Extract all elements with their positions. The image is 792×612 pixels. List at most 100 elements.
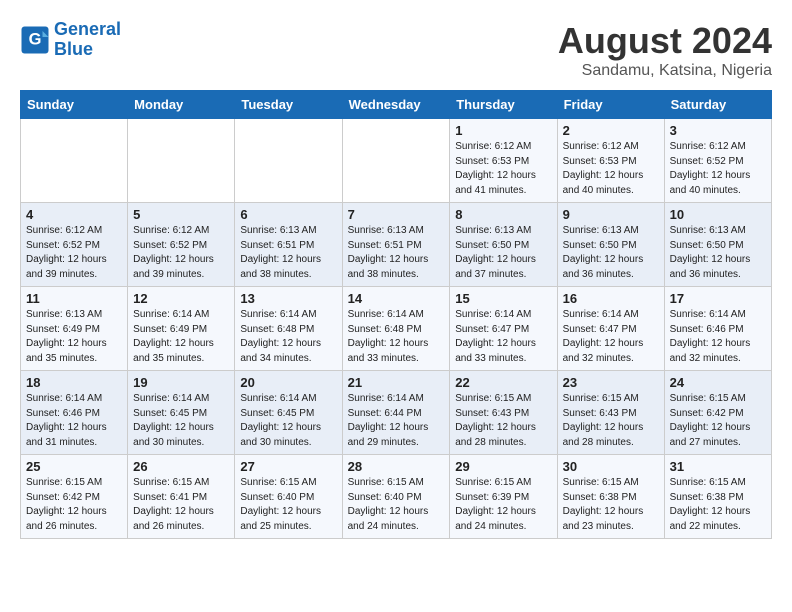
calendar-week-row: 18 Sunrise: 6:14 AM Sunset: 6:46 PM Dayli… [21, 371, 772, 455]
calendar-week-row: 4Sunrise: 6:12 AM Sunset: 6:52 PM Daylig… [21, 203, 772, 287]
calendar-table: SundayMondayTuesdayWednesdayThursdayFrid… [20, 90, 772, 539]
calendar-cell [21, 119, 128, 203]
day-number: 7 [348, 207, 445, 222]
logo-line2: Blue [54, 39, 93, 59]
day-info: Sunrise: 6:15 AM Sunset: 6:40 PM Dayligh… [240, 476, 336, 534]
calendar-cell: 8 Sunrise: 6:13 AM Sunset: 6:50 PM Daylig… [450, 203, 557, 287]
col-header-wednesday: Wednesday [342, 91, 450, 119]
calendar-cell: 25 Sunrise: 6:15 AM Sunset: 6:42 PM Dayli… [21, 455, 128, 539]
calendar-cell: 19Sunrise: 6:14 AM Sunset: 6:45 PM Dayli… [128, 371, 235, 455]
day-info: Sunrise: 6:13 AM Sunset: 6:50 PM Dayligh… [670, 224, 766, 282]
day-info: Sunrise: 6:14 AM Sunset: 6:46 PM Dayligh… [670, 308, 766, 366]
calendar-cell: 6Sunrise: 6:13 AM Sunset: 6:51 PM Daylig… [235, 203, 342, 287]
day-info: Sunrise: 6:14 AM Sunset: 6:48 PM Dayligh… [240, 308, 336, 366]
calendar-cell: 13 Sunrise: 6:14 AM Sunset: 6:48 PM Dayli… [235, 287, 342, 371]
calendar-cell: 20 Sunrise: 6:14 AM Sunset: 6:45 PM Dayli… [235, 371, 342, 455]
header: G General Blue August 2024 Sandamu, Kats… [20, 20, 772, 80]
day-info: Sunrise: 6:13 AM Sunset: 6:51 PM Dayligh… [348, 224, 445, 282]
calendar-cell: 1 Sunrise: 6:12 AM Sunset: 6:53 PM Daylig… [450, 119, 557, 203]
day-info: Sunrise: 6:15 AM Sunset: 6:38 PM Dayligh… [563, 476, 659, 534]
calendar-cell: 4Sunrise: 6:12 AM Sunset: 6:52 PM Daylig… [21, 203, 128, 287]
day-number: 24 [670, 375, 766, 390]
day-info: Sunrise: 6:15 AM Sunset: 6:40 PM Dayligh… [348, 476, 445, 534]
col-header-friday: Friday [557, 91, 664, 119]
day-info: Sunrise: 6:12 AM Sunset: 6:53 PM Dayligh… [563, 140, 659, 198]
calendar-week-row: 11 Sunrise: 6:13 AM Sunset: 6:49 PM Dayli… [21, 287, 772, 371]
day-info: Sunrise: 6:12 AM Sunset: 6:52 PM Dayligh… [26, 224, 122, 282]
day-info: Sunrise: 6:13 AM Sunset: 6:50 PM Dayligh… [563, 224, 659, 282]
day-number: 26 [133, 459, 229, 474]
day-number: 25 [26, 459, 122, 474]
subtitle: Sandamu, Katsina, Nigeria [558, 62, 772, 80]
svg-text:G: G [29, 30, 42, 48]
day-number: 17 [670, 291, 766, 306]
calendar-cell: 26 Sunrise: 6:15 AM Sunset: 6:41 PM Dayli… [128, 455, 235, 539]
day-number: 10 [670, 207, 766, 222]
calendar-cell: 31 Sunrise: 6:15 AM Sunset: 6:38 PM Dayli… [664, 455, 771, 539]
title-area: August 2024 Sandamu, Katsina, Nigeria [558, 20, 772, 80]
day-info: Sunrise: 6:14 AM Sunset: 6:45 PM Dayligh… [240, 392, 336, 450]
day-info: Sunrise: 6:15 AM Sunset: 6:43 PM Dayligh… [455, 392, 551, 450]
calendar-cell [128, 119, 235, 203]
calendar-cell: 24Sunrise: 6:15 AM Sunset: 6:42 PM Dayli… [664, 371, 771, 455]
calendar-cell: 9 Sunrise: 6:13 AM Sunset: 6:50 PM Daylig… [557, 203, 664, 287]
calendar-cell [235, 119, 342, 203]
day-info: Sunrise: 6:14 AM Sunset: 6:47 PM Dayligh… [563, 308, 659, 366]
day-number: 8 [455, 207, 551, 222]
day-number: 13 [240, 291, 336, 306]
day-number: 18 [26, 375, 122, 390]
day-number: 9 [563, 207, 659, 222]
day-info: Sunrise: 6:13 AM Sunset: 6:51 PM Dayligh… [240, 224, 336, 282]
calendar-cell: 3Sunrise: 6:12 AM Sunset: 6:52 PM Daylig… [664, 119, 771, 203]
day-info: Sunrise: 6:14 AM Sunset: 6:49 PM Dayligh… [133, 308, 229, 366]
day-number: 12 [133, 291, 229, 306]
calendar-cell: 12 Sunrise: 6:14 AM Sunset: 6:49 PM Dayli… [128, 287, 235, 371]
col-header-tuesday: Tuesday [235, 91, 342, 119]
day-info: Sunrise: 6:12 AM Sunset: 6:52 PM Dayligh… [133, 224, 229, 282]
calendar-cell: 21 Sunrise: 6:14 AM Sunset: 6:44 PM Dayli… [342, 371, 450, 455]
day-info: Sunrise: 6:13 AM Sunset: 6:49 PM Dayligh… [26, 308, 122, 366]
day-number: 11 [26, 291, 122, 306]
calendar-cell: 17 Sunrise: 6:14 AM Sunset: 6:46 PM Dayli… [664, 287, 771, 371]
logo-line1: General [54, 19, 121, 39]
logo-text: General Blue [54, 20, 121, 60]
calendar-week-row: 25 Sunrise: 6:15 AM Sunset: 6:42 PM Dayli… [21, 455, 772, 539]
calendar-cell [342, 119, 450, 203]
day-number: 29 [455, 459, 551, 474]
calendar-cell: 18 Sunrise: 6:14 AM Sunset: 6:46 PM Dayli… [21, 371, 128, 455]
calendar-week-row: 1 Sunrise: 6:12 AM Sunset: 6:53 PM Daylig… [21, 119, 772, 203]
calendar-cell: 11 Sunrise: 6:13 AM Sunset: 6:49 PM Dayli… [21, 287, 128, 371]
logo: G General Blue [20, 20, 121, 60]
day-info: Sunrise: 6:15 AM Sunset: 6:42 PM Dayligh… [26, 476, 122, 534]
logo-icon: G [20, 25, 50, 55]
day-number: 30 [563, 459, 659, 474]
day-number: 31 [670, 459, 766, 474]
day-info: Sunrise: 6:14 AM Sunset: 6:46 PM Dayligh… [26, 392, 122, 450]
calendar-cell: 27Sunrise: 6:15 AM Sunset: 6:40 PM Dayli… [235, 455, 342, 539]
calendar-cell: 14Sunrise: 6:14 AM Sunset: 6:48 PM Dayli… [342, 287, 450, 371]
day-number: 21 [348, 375, 445, 390]
day-number: 16 [563, 291, 659, 306]
day-info: Sunrise: 6:15 AM Sunset: 6:39 PM Dayligh… [455, 476, 551, 534]
day-number: 1 [455, 123, 551, 138]
day-info: Sunrise: 6:15 AM Sunset: 6:41 PM Dayligh… [133, 476, 229, 534]
day-number: 22 [455, 375, 551, 390]
calendar-cell: 2 Sunrise: 6:12 AM Sunset: 6:53 PM Daylig… [557, 119, 664, 203]
day-info: Sunrise: 6:12 AM Sunset: 6:52 PM Dayligh… [670, 140, 766, 198]
day-info: Sunrise: 6:13 AM Sunset: 6:50 PM Dayligh… [455, 224, 551, 282]
day-info: Sunrise: 6:12 AM Sunset: 6:53 PM Dayligh… [455, 140, 551, 198]
day-info: Sunrise: 6:15 AM Sunset: 6:38 PM Dayligh… [670, 476, 766, 534]
col-header-thursday: Thursday [450, 91, 557, 119]
calendar-cell: 7 Sunrise: 6:13 AM Sunset: 6:51 PM Daylig… [342, 203, 450, 287]
calendar-cell: 30 Sunrise: 6:15 AM Sunset: 6:38 PM Dayli… [557, 455, 664, 539]
day-info: Sunrise: 6:14 AM Sunset: 6:47 PM Dayligh… [455, 308, 551, 366]
day-number: 19 [133, 375, 229, 390]
calendar-cell: 29 Sunrise: 6:15 AM Sunset: 6:39 PM Dayli… [450, 455, 557, 539]
day-info: Sunrise: 6:14 AM Sunset: 6:48 PM Dayligh… [348, 308, 445, 366]
col-header-monday: Monday [128, 91, 235, 119]
day-number: 20 [240, 375, 336, 390]
day-number: 2 [563, 123, 659, 138]
day-info: Sunrise: 6:14 AM Sunset: 6:44 PM Dayligh… [348, 392, 445, 450]
day-number: 28 [348, 459, 445, 474]
day-info: Sunrise: 6:15 AM Sunset: 6:43 PM Dayligh… [563, 392, 659, 450]
